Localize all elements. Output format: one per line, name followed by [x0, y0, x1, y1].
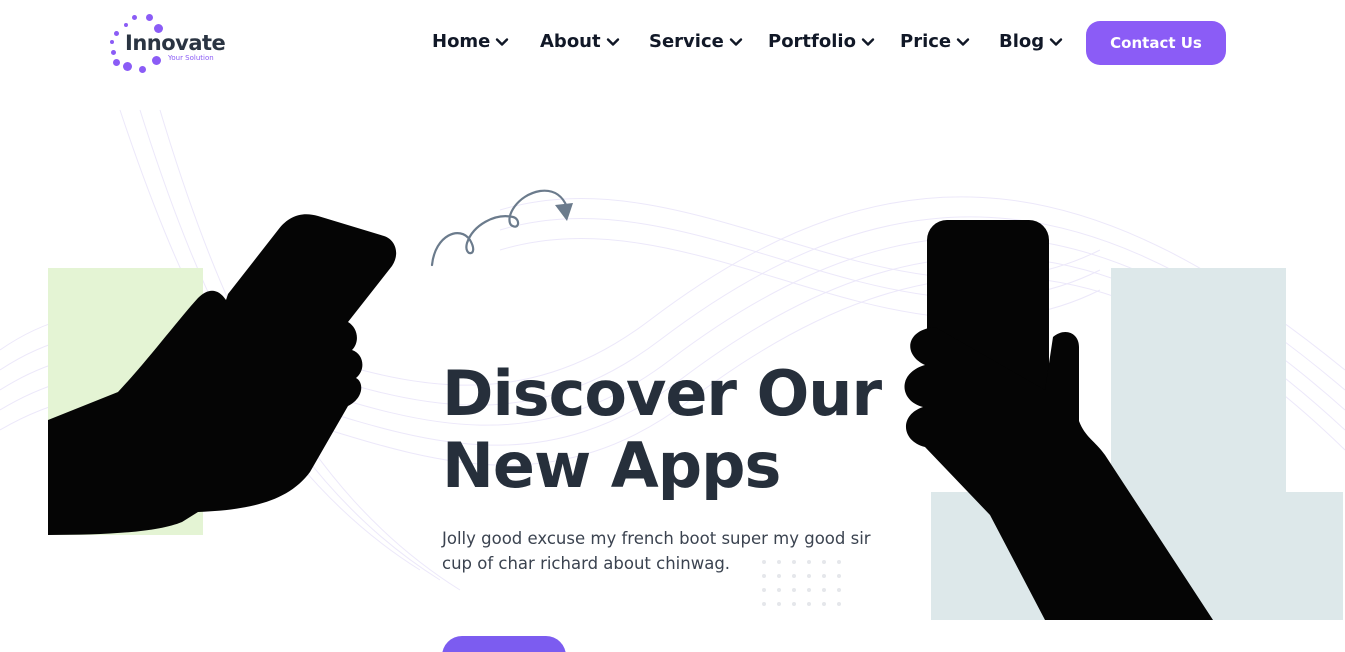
site-header: Innovate Your Solution Home About Servic…: [0, 0, 1345, 86]
logo-dot: [114, 31, 119, 36]
hand-holding-phone-right-illustration: [904, 220, 1213, 620]
logo-dot: [110, 40, 114, 44]
logo-dot: [132, 15, 137, 20]
nav-item-label: About: [540, 31, 601, 52]
curly-arrow-icon: [430, 189, 573, 267]
logo-dot: [146, 14, 153, 21]
nav-item-label: Blog: [999, 31, 1045, 52]
hero-title-line-1: Discover Our: [442, 357, 882, 430]
nav-item-blog[interactable]: Blog: [999, 31, 1063, 52]
contact-us-button[interactable]: Contact Us: [1086, 21, 1226, 65]
logo-name: Innovate: [125, 31, 226, 55]
nav-item-label: Service: [649, 31, 724, 52]
hand-holding-phone-left-illustration: [48, 214, 397, 535]
nav-item-service[interactable]: Service: [649, 31, 743, 52]
chevron-down-icon: [729, 37, 743, 46]
chevron-down-icon: [606, 37, 619, 46]
logo-dot: [139, 66, 146, 73]
logo-dot: [113, 59, 120, 66]
nav-item-home[interactable]: Home: [432, 31, 509, 52]
logo-dot: [152, 56, 161, 65]
nav-item-about[interactable]: About: [540, 31, 620, 52]
nav-item-label: Portfolio: [768, 31, 856, 52]
logo-dot: [111, 50, 116, 55]
chevron-down-icon: [1049, 37, 1063, 46]
dot-grid-decoration: [762, 560, 844, 610]
chevron-down-icon: [956, 37, 970, 46]
chevron-down-icon: [496, 37, 509, 46]
logo-dot: [124, 23, 128, 27]
nav-item-label: Home: [432, 31, 491, 52]
nav-item-price[interactable]: Price: [900, 31, 970, 52]
hero-title: Discover Our New Apps: [442, 358, 912, 502]
nav-item-label: Price: [900, 31, 952, 52]
chevron-down-icon: [861, 37, 875, 46]
nav-item-portfolio[interactable]: Portfolio: [768, 31, 875, 52]
logo-tagline: Your Solution: [168, 54, 214, 62]
hero-title-line-2: New Apps: [442, 429, 781, 502]
logo[interactable]: Innovate Your Solution: [108, 12, 228, 76]
hero-cta-button[interactable]: [442, 636, 566, 652]
logo-dot: [123, 62, 132, 71]
